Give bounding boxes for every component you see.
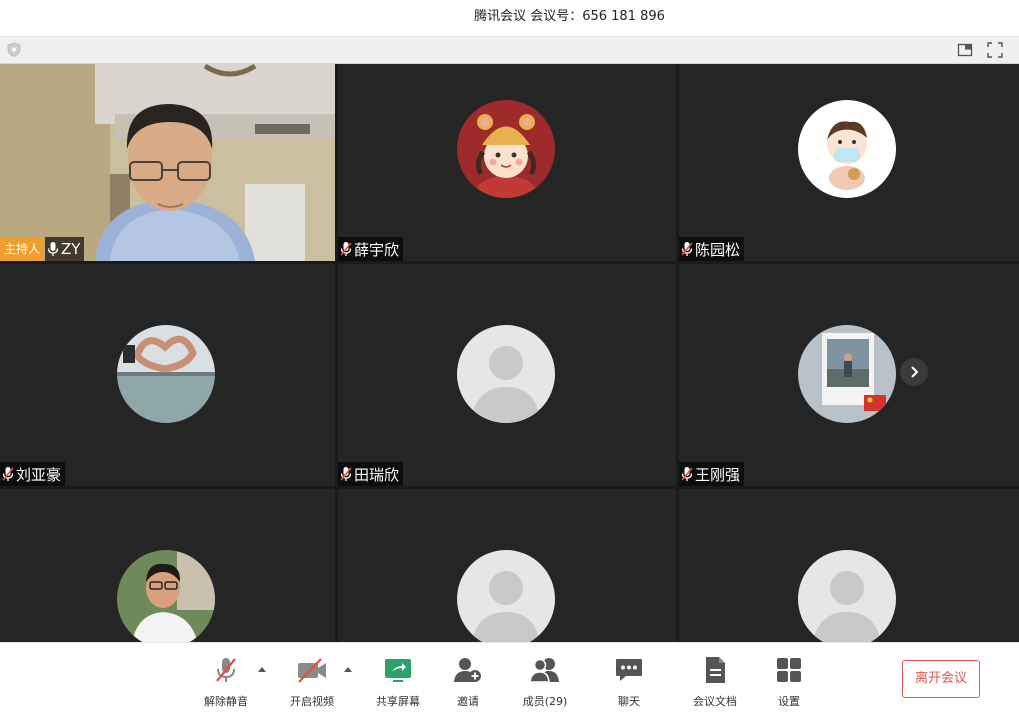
polaroid-photo-icon <box>798 325 896 423</box>
document-icon <box>706 657 725 683</box>
microphone-muted-icon <box>2 467 14 481</box>
video-tile[interactable] <box>0 489 335 642</box>
meeting-title: 腾讯会议 会议号：656 181 896 <box>474 9 665 24</box>
next-page-button[interactable] <box>900 358 928 386</box>
members-label: 成员(29) <box>522 695 568 708</box>
settings-grid-icon <box>777 658 801 682</box>
portrait-photo-icon <box>117 550 215 642</box>
microphone-muted-icon <box>681 467 693 481</box>
participant-name: 田瑞欣 <box>354 465 400 484</box>
members-button[interactable]: 成员(29) <box>518 655 572 709</box>
participant-avatar <box>457 550 555 642</box>
participant-avatar <box>457 100 555 198</box>
share-screen-icon <box>385 659 411 682</box>
participant-avatar <box>798 325 896 423</box>
participant-name-bar: 刘亚豪 <box>0 462 66 486</box>
default-avatar-icon <box>457 325 555 423</box>
fullscreen-icon[interactable] <box>986 41 1004 59</box>
chat-button[interactable]: 聊天 <box>605 655 653 709</box>
meeting-docs-button[interactable]: 会议文档 <box>688 655 742 709</box>
host-badge: 主持人 <box>0 237 45 261</box>
shield-icon[interactable] <box>7 42 21 57</box>
settings-label: 设置 <box>778 695 800 708</box>
baby-avatar-icon <box>798 100 896 198</box>
members-icon <box>529 658 559 683</box>
participant-name: 刘亚豪 <box>16 465 62 484</box>
settings-button[interactable]: 设置 <box>765 655 813 709</box>
chat-label: 聊天 <box>618 695 640 708</box>
video-tile[interactable]: 刘亚豪 <box>0 264 335 486</box>
video-tile[interactable] <box>338 489 676 642</box>
video-tile[interactable]: 田瑞欣 <box>338 264 676 486</box>
title-bar: 腾讯会议 会议号：656 181 896 <box>0 0 1019 37</box>
leave-meeting-button[interactable]: 离开会议 <box>902 660 980 698</box>
video-tile-host[interactable]: 主持人 ZY <box>0 64 335 261</box>
participant-name: 王刚强 <box>695 465 741 484</box>
participant-avatar <box>798 550 896 642</box>
meeting-docs-label: 会议文档 <box>693 695 737 708</box>
participant-avatar <box>117 550 215 642</box>
microphone-icon <box>47 242 59 256</box>
participant-name-bar: 王刚强 <box>679 462 745 486</box>
microphone-muted-icon <box>340 242 352 256</box>
invite-label: 邀请 <box>457 695 479 708</box>
window-toolbar <box>0 37 1019 64</box>
cartoon-avatar-icon <box>457 100 555 198</box>
participant-name-bar: 田瑞欣 <box>338 462 404 486</box>
start-video-button[interactable]: 开启视频 <box>284 655 340 709</box>
meeting-controls: 解除静音 开启视频 共享屏幕 邀请 成员(29) 聊天 会议文档 设置 离开会议 <box>0 642 1019 713</box>
caret-up-icon[interactable] <box>343 665 353 673</box>
video-grid: 主持人 ZY 薛宇欣 陈园松 刘亚豪 田瑞欣 王刚强 <box>0 64 1019 642</box>
participant-name: 薛宇欣 <box>354 240 400 259</box>
microphone-muted-icon <box>216 658 236 682</box>
default-avatar-icon <box>798 550 896 642</box>
camera-off-icon <box>298 658 326 683</box>
microphone-muted-icon <box>340 467 352 481</box>
unmute-label: 解除静音 <box>204 695 248 708</box>
heart-hands-photo-icon <box>117 325 215 423</box>
share-screen-button[interactable]: 共享屏幕 <box>370 655 426 709</box>
default-avatar-icon <box>457 550 555 642</box>
participant-avatar <box>117 325 215 423</box>
participant-name: ZY <box>61 240 81 258</box>
host-video-feed <box>0 64 335 261</box>
add-user-icon <box>454 658 481 682</box>
start-video-label: 开启视频 <box>290 695 334 708</box>
invite-button[interactable]: 邀请 <box>444 655 492 709</box>
participant-avatar <box>798 100 896 198</box>
share-screen-label: 共享屏幕 <box>376 695 420 708</box>
video-tile[interactable]: 薛宇欣 <box>338 64 676 261</box>
video-tile[interactable]: 王刚强 <box>679 264 1019 486</box>
video-tile[interactable] <box>679 489 1019 642</box>
layout-icon[interactable] <box>956 41 974 59</box>
participant-name-bar: 陈园松 <box>679 237 745 261</box>
participant-name: 陈园松 <box>695 240 741 259</box>
chat-icon <box>616 659 642 681</box>
participant-name-bar: ZY <box>45 237 85 261</box>
video-tile[interactable]: 陈园松 <box>679 64 1019 261</box>
participant-avatar <box>457 325 555 423</box>
participant-name-bar: 薛宇欣 <box>338 237 404 261</box>
caret-up-icon[interactable] <box>257 665 267 673</box>
chevron-right-icon <box>911 366 919 378</box>
microphone-muted-icon <box>681 242 693 256</box>
unmute-button[interactable]: 解除静音 <box>198 655 254 709</box>
